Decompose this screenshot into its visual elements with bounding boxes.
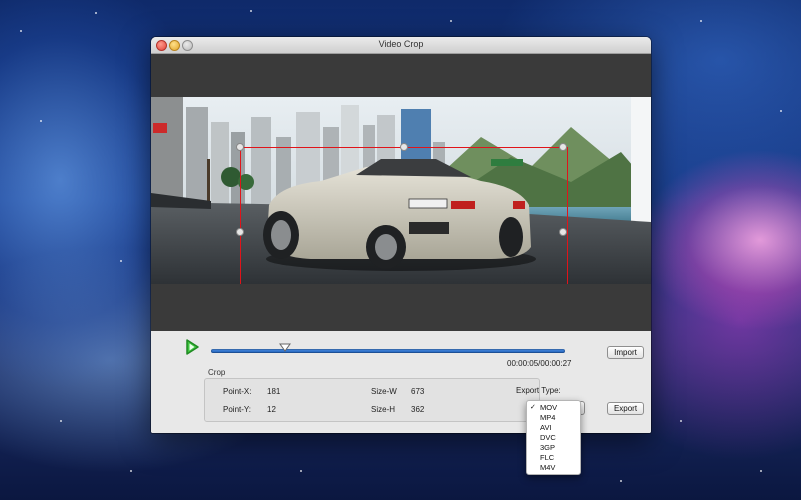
point-x-label: Point-X: [223, 387, 252, 396]
crop-handle-right[interactable] [559, 228, 567, 236]
size-w-value: 673 [411, 387, 425, 396]
dropdown-item-m4v[interactable]: M4V [527, 463, 580, 473]
export-type-dropdown: MOV MP4 AVI DVC 3GP FLC M4V [526, 400, 581, 475]
point-y-value: 12 [267, 405, 276, 414]
point-y-label: Point-Y: [223, 405, 252, 414]
crop-rectangle[interactable] [236, 143, 568, 284]
slider-thumb-icon[interactable] [279, 343, 292, 352]
crop-handle-top-right[interactable] [559, 143, 567, 151]
dropdown-item-flc[interactable]: FLC [527, 453, 580, 463]
window-title: Video Crop [378, 39, 424, 49]
video-frame [151, 97, 651, 284]
dropdown-item-avi[interactable]: AVI [527, 423, 580, 433]
video-preview [151, 54, 651, 331]
dropdown-item-mov[interactable]: MOV [527, 403, 580, 413]
crop-handle-left[interactable] [236, 228, 244, 236]
video-crop-window: Video Crop 00:00:05/00:00:27 Import Crop… [151, 37, 651, 433]
dropdown-item-dvc[interactable]: DVC [527, 433, 580, 443]
crop-handle-top[interactable] [400, 143, 408, 151]
size-h-label: Size-H [371, 405, 396, 414]
crop-handle-top-left[interactable] [236, 143, 244, 151]
play-icon[interactable] [185, 339, 199, 355]
export-type-label: Export Type: [516, 386, 561, 395]
crop-section-label: Crop [208, 368, 226, 377]
timeline-slider[interactable] [211, 349, 565, 353]
dropdown-item-mp4[interactable]: MP4 [527, 413, 580, 423]
size-w-label: Size-W [371, 387, 397, 396]
size-h-value: 362 [411, 405, 425, 414]
import-button[interactable]: Import [607, 346, 644, 359]
dropdown-item-3gp[interactable]: 3GP [527, 443, 580, 453]
point-x-value: 181 [267, 387, 281, 396]
title-bar[interactable]: Video Crop [151, 37, 651, 54]
time-display: 00:00:05/00:00:27 [507, 359, 572, 368]
crop-fields-box: Point-X: 181 Size-W 673 Point-Y: 12 Size… [204, 378, 540, 422]
export-button[interactable]: Export [607, 402, 644, 415]
